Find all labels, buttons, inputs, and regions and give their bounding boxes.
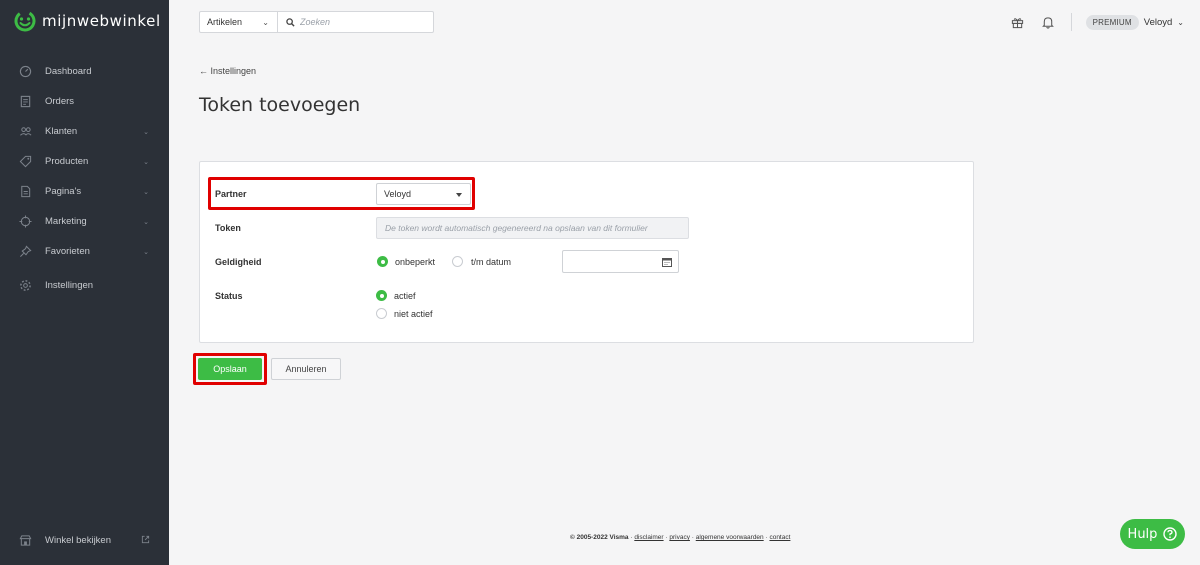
radio-checked-icon (376, 290, 387, 301)
sidebar-item-instellingen[interactable]: Instellingen (0, 270, 169, 300)
radio-label: t/m datum (471, 256, 512, 267)
chevron-down-icon: ⌄ (262, 18, 269, 27)
plan-badge: PREMIUM (1085, 14, 1139, 30)
store-icon (18, 533, 32, 547)
chevron-down-icon: ⌄ (143, 249, 149, 256)
cancel-button[interactable]: Annuleren (271, 358, 341, 380)
sidebar-item-klanten[interactable]: Klanten ⌄ (0, 116, 169, 146)
sidebar-item-label: Klanten (45, 125, 78, 137)
date-input[interactable] (562, 250, 679, 273)
sidebar-item-favorieten[interactable]: Favorieten ⌄ (0, 236, 169, 266)
radio-label: onbeperkt (395, 256, 436, 267)
sidebar: mijnwebwinkel Dashboard Orders Klanten ⌄ (0, 0, 169, 565)
question-circle-icon (1163, 527, 1178, 541)
radio-label: actief (394, 290, 416, 301)
sidebar-item-label: Dashboard (45, 65, 92, 77)
status-active-radio[interactable]: actief (376, 290, 416, 301)
search-category-select[interactable]: Artikelen ⌄ (200, 12, 278, 32)
footer-copyright: © 2005-2022 Visma (570, 534, 629, 541)
sidebar-item-paginas[interactable]: Pagina's ⌄ (0, 176, 169, 206)
help-button[interactable]: Hulp (1120, 519, 1185, 549)
page-icon (18, 184, 32, 198)
gift-icon[interactable] (1009, 13, 1027, 31)
logo[interactable]: mijnwebwinkel (14, 9, 161, 33)
status-label: Status (215, 291, 243, 301)
chevron-down-icon: ⌄ (143, 159, 149, 166)
chevron-down-icon: ⌄ (143, 189, 149, 196)
save-button[interactable]: Opslaan (198, 358, 262, 380)
user-menu[interactable]: Veloyd (1144, 17, 1173, 28)
sidebar-item-label: Marketing (45, 215, 87, 227)
validity-label: Geldigheid (215, 257, 262, 267)
gear-icon (18, 278, 32, 292)
sidebar-item-orders[interactable]: Orders (0, 86, 169, 116)
view-store-label: Winkel bekijken (45, 534, 111, 546)
sidebar-item-label: Pagina's (45, 185, 82, 197)
sidebar-item-producten[interactable]: Producten ⌄ (0, 146, 169, 176)
chevron-down-icon: ⌄ (143, 129, 149, 136)
radio-unchecked-icon (452, 256, 463, 267)
sidebar-item-label: Orders (45, 95, 75, 107)
status-inactive-radio[interactable]: niet actief (376, 308, 433, 319)
target-icon (18, 214, 32, 228)
page-title: Token toevoegen (199, 94, 361, 116)
footer: © 2005-2022 Visma · disclaimer · privacy… (570, 534, 791, 541)
back-link[interactable]: ← Instellingen (199, 66, 256, 76)
footer-link-disclaimer[interactable]: disclaimer (634, 534, 663, 541)
search-input[interactable] (300, 17, 430, 27)
help-label: Hulp (1127, 526, 1158, 542)
bell-icon[interactable] (1039, 13, 1057, 31)
radio-unchecked-icon (376, 308, 387, 319)
sidebar-item-label: Producten (45, 155, 89, 167)
external-link-icon (141, 535, 150, 547)
sidebar-nav: Dashboard Orders Klanten ⌄ Producten ⌄ P… (0, 56, 169, 300)
logo-text: mijnwebwinkel (42, 12, 161, 30)
sidebar-item-marketing[interactable]: Marketing ⌄ (0, 206, 169, 236)
topbar: Artikelen ⌄ PREMIUM Veloyd ⌄ (169, 0, 1200, 44)
customers-icon (18, 124, 32, 138)
search-bar: Artikelen ⌄ (199, 11, 434, 33)
radio-checked-icon (377, 256, 388, 267)
radio-label: niet actief (394, 308, 433, 319)
dashboard-icon (18, 64, 32, 78)
topbar-right: PREMIUM Veloyd ⌄ (997, 12, 1184, 32)
footer-link-contact[interactable]: contact (769, 534, 790, 541)
footer-link-terms[interactable]: algemene voorwaarden (696, 534, 764, 541)
sidebar-item-label: Instellingen (45, 279, 94, 291)
sidebar-item-dashboard[interactable]: Dashboard (0, 56, 169, 86)
search-category-value: Artikelen (207, 17, 243, 27)
pin-icon (18, 244, 32, 258)
view-store-link[interactable]: Winkel bekijken (0, 525, 169, 555)
orders-icon (18, 94, 32, 108)
validity-unlimited-radio[interactable]: onbeperkt (377, 256, 435, 267)
tag-icon (18, 154, 32, 168)
logo-icon (14, 10, 36, 32)
chevron-down-icon: ⌄ (143, 219, 149, 226)
chevron-down-icon[interactable]: ⌄ (1177, 18, 1184, 27)
validity-until-date-radio[interactable]: t/m datum (452, 256, 511, 267)
calendar-icon[interactable] (662, 257, 672, 270)
sidebar-item-label: Favorieten (45, 245, 90, 257)
search-icon (286, 17, 295, 27)
token-label: Token (215, 223, 241, 233)
token-field (376, 217, 689, 239)
topbar-divider (1070, 13, 1072, 31)
footer-link-privacy[interactable]: privacy (669, 534, 690, 541)
partner-row-highlight (208, 177, 475, 210)
